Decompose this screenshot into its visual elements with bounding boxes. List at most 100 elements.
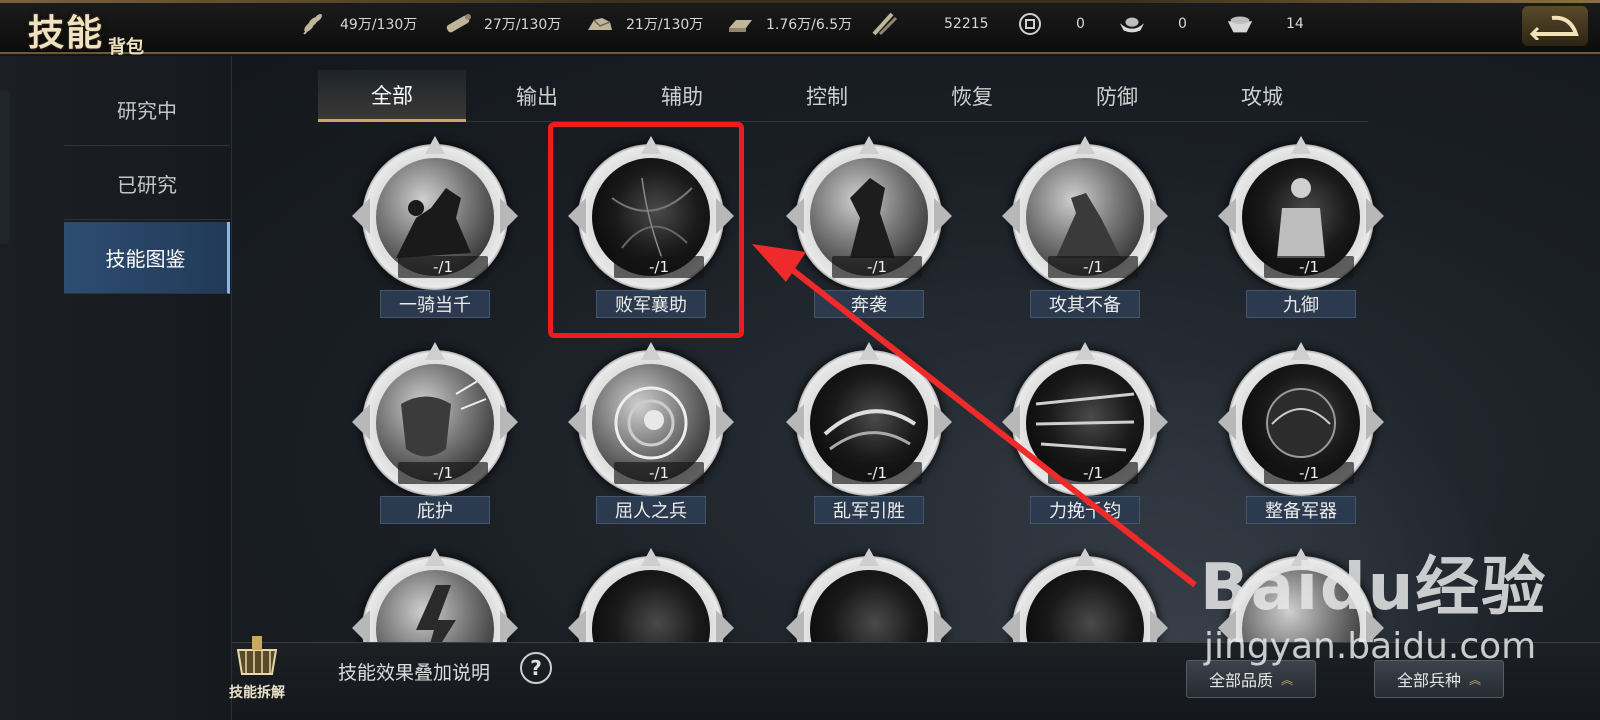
skill-medallion: -/1: [1002, 136, 1168, 290]
skill-card[interactable]: -/1 攻其不备: [1002, 136, 1168, 328]
sidebar-item-label: 技能图鉴: [105, 247, 186, 271]
tab-output[interactable]: 输出: [463, 70, 611, 122]
skill-medallion: -/1: [1218, 342, 1384, 496]
skill-name: 九御: [1246, 290, 1356, 318]
medallion-spike: [1291, 342, 1311, 360]
medallion-wing: [352, 610, 370, 642]
medallion-wing: [934, 404, 952, 440]
skill-card[interactable]: [1002, 548, 1168, 642]
medallion-spike: [1075, 548, 1095, 566]
sidebar-item-skill-codex[interactable]: 技能图鉴: [64, 222, 230, 294]
skill-count: -/1: [832, 256, 922, 278]
resource-value: 0: [1178, 16, 1187, 32]
tab-control[interactable]: 控制: [753, 70, 901, 122]
tab-recovery[interactable]: 恢复: [898, 70, 1046, 122]
page-title: 技能 背包: [28, 4, 145, 58]
medallion-spike: [641, 342, 661, 360]
medallion-spike: [1075, 136, 1095, 154]
medallion-wing: [1366, 404, 1384, 440]
skill-card[interactable]: -/1 力挽千钧: [1002, 342, 1168, 534]
skill-count: -/1: [1264, 462, 1354, 484]
skill-name: 力挽千钧: [1030, 496, 1140, 524]
tab-label: 输出: [516, 85, 558, 109]
medallion-spike: [425, 342, 445, 360]
skill-card[interactable]: -/1 屈人之兵: [568, 342, 734, 534]
resource-value: 49万/130万: [340, 17, 418, 33]
tab-defense[interactable]: 防御: [1043, 70, 1191, 122]
resource-wood: 27万/130万: [444, 12, 561, 36]
skill-name: 一骑当千: [380, 290, 490, 318]
copper-coin-icon: [1016, 12, 1044, 36]
top-bar: 技能 背包 49万/130万 27万/130万 21万/130万 1.76万/6.…: [0, 0, 1600, 58]
skill-count: -/1: [832, 462, 922, 484]
chevron-up-icon: ︽: [1281, 672, 1294, 687]
back-arrow-icon: [1530, 15, 1579, 40]
medallion-wing: [786, 610, 804, 642]
medallion-wing: [786, 198, 804, 234]
resource-value: 0: [1076, 16, 1085, 32]
skill-medallion: -/1: [352, 342, 518, 496]
skill-medallion: -/1: [786, 342, 952, 496]
skill-name: 整备军器: [1246, 496, 1356, 524]
skill-card[interactable]: [786, 548, 952, 642]
resource-value: 52215: [944, 16, 989, 32]
medallion-wing: [934, 610, 952, 642]
skill-card[interactable]: -/1 九御: [1218, 136, 1384, 328]
tab-label: 辅助: [661, 85, 703, 109]
skill-medallion: -/1: [352, 136, 518, 290]
skill-decompose-button[interactable]: 技能拆解: [222, 630, 292, 716]
resource-iron: 1.76万/6.5万: [726, 12, 852, 36]
skill-card[interactable]: [568, 548, 734, 642]
skill-name: 庇护: [380, 496, 490, 524]
medallion-spike: [859, 136, 879, 154]
lightning-icon: [376, 570, 494, 642]
skill-name: 攻其不备: [1030, 290, 1140, 318]
help-icon[interactable]: ?: [520, 652, 552, 684]
medallion-spike: [859, 548, 879, 566]
skill-medallion: [352, 548, 518, 642]
wheat-icon: [300, 12, 328, 36]
skill-card[interactable]: -/1 整备军器: [1218, 342, 1384, 534]
skill-card[interactable]: -/1 奔袭: [786, 136, 952, 328]
resource-stone: 21万/130万: [586, 12, 703, 36]
sidebar: 研究中 已研究 技能图鉴: [0, 56, 232, 720]
effect-stack-link[interactable]: 技能效果叠加说明: [338, 658, 490, 685]
sidebar-item-researched[interactable]: 已研究: [64, 148, 230, 220]
tab-support[interactable]: 辅助: [608, 70, 756, 122]
tab-label: 控制: [806, 85, 848, 109]
resource-value: 14: [1286, 16, 1304, 32]
medallion-wing: [1002, 198, 1020, 234]
skill-medallion: [568, 548, 734, 642]
skill-medallion: -/1: [786, 136, 952, 290]
medallion-wing: [1150, 404, 1168, 440]
skill-count: -/1: [1264, 256, 1354, 278]
skill-card[interactable]: -/1 一骑当千: [352, 136, 518, 328]
sidebar-notch: [0, 90, 10, 244]
skill-card[interactable]: [352, 548, 518, 642]
medallion-wing: [352, 404, 370, 440]
skill-name: 奔袭: [814, 290, 924, 318]
sidebar-item-label: 研究中: [117, 99, 177, 123]
medallion-wing: [716, 610, 734, 642]
watermark-brand: Baidu经验: [1200, 551, 1548, 625]
page-title-sub: 背包: [108, 37, 145, 58]
tab-all[interactable]: 全部: [318, 70, 466, 122]
watermark-url: jingyan.baidu.com: [1204, 626, 1537, 667]
skill-card[interactable]: -/1 庇护: [352, 342, 518, 534]
resource-silver: 14: [1226, 12, 1304, 36]
medallion-wing: [1150, 198, 1168, 234]
top-gold-edge: [0, 0, 1600, 3]
skill-medallion: [786, 548, 952, 642]
filter-label: 全部品质: [1208, 671, 1273, 690]
medallion-wing: [1366, 198, 1384, 234]
sidebar-item-researching[interactable]: 研究中: [64, 74, 230, 146]
skill-count: -/1: [614, 462, 704, 484]
skill-name: 屈人之兵: [596, 496, 706, 524]
tab-label: 防御: [1096, 85, 1138, 109]
chevron-up-icon: ︽: [1469, 672, 1482, 687]
decompose-label: 技能拆解: [229, 685, 285, 701]
medallion-wing: [352, 198, 370, 234]
tab-siege[interactable]: 攻城: [1188, 70, 1336, 122]
skill-card[interactable]: -/1 乱军引胜: [786, 342, 952, 534]
back-button[interactable]: [1522, 6, 1588, 46]
